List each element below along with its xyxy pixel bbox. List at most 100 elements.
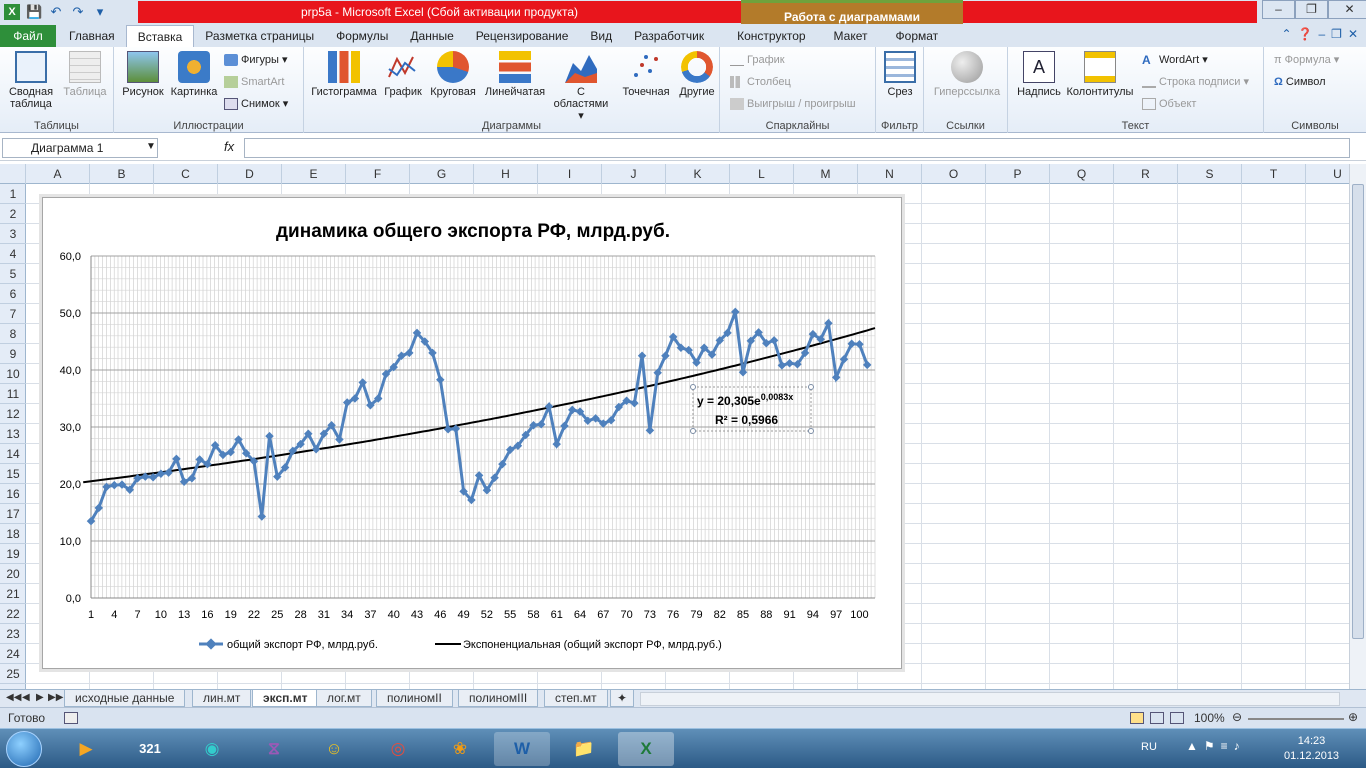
countdown-app-icon[interactable]: 321 (122, 732, 178, 766)
signature-line-button[interactable]: Строка подписи ▾ (1142, 75, 1249, 89)
macro-record-icon[interactable] (64, 712, 78, 724)
vertical-scrollbar[interactable] (1349, 164, 1366, 689)
disc-app-icon[interactable]: ◉ (184, 732, 240, 766)
column-header-Q[interactable]: Q (1050, 164, 1114, 184)
chart-object[interactable]: 0,0 10,0 20,0 30,0 40,0 50,0 60,0 1 4 7 10 13 16 19 2… (42, 197, 902, 669)
doc-close-icon[interactable]: ✕ (1348, 27, 1358, 41)
other-charts-button[interactable]: Другие (676, 51, 718, 98)
row-header-23[interactable]: 23 (0, 624, 26, 644)
column-header-H[interactable]: H (474, 164, 538, 184)
doc-minimize-icon[interactable]: – (1318, 27, 1325, 41)
row-header-18[interactable]: 18 (0, 524, 26, 544)
sheet-tab-exp[interactable]: эксп.мт (252, 690, 319, 707)
column-header-C[interactable]: C (154, 164, 218, 184)
zoom-slider[interactable] (1248, 718, 1344, 720)
row-header-25[interactable]: 25 (0, 664, 26, 684)
tab-data[interactable]: Данные (399, 25, 464, 47)
header-footer-button[interactable]: Колонтитулы (1064, 51, 1136, 98)
row-header-17[interactable]: 17 (0, 504, 26, 524)
vertical-scroll-thumb[interactable] (1352, 184, 1364, 639)
start-button[interactable] (6, 731, 42, 767)
row-header-7[interactable]: 7 (0, 304, 26, 324)
doc-restore-icon[interactable]: ❐ (1331, 27, 1342, 41)
equation-button[interactable]: π Формула ▾ (1274, 53, 1339, 67)
next-sheet-icon[interactable]: ▶ (36, 692, 44, 703)
sheet-tab-source[interactable]: исходные данные (64, 690, 186, 707)
bar-chart-button[interactable]: Линейчатая (480, 51, 550, 98)
row-header-14[interactable]: 14 (0, 444, 26, 464)
textbox-button[interactable]: A Надпись (1014, 51, 1064, 98)
clock[interactable]: 14:23 01.12.2013 (1284, 734, 1339, 764)
pie-chart-button[interactable]: Круговая (426, 51, 480, 98)
visual-studio-icon[interactable]: ⧖ (246, 732, 302, 766)
tab-insert[interactable]: Вставка (125, 25, 195, 47)
sheet-tab-poly2[interactable]: полиномII (376, 690, 453, 707)
column-header-B[interactable]: B (90, 164, 154, 184)
row-header-6[interactable]: 6 (0, 284, 26, 304)
smartart-button[interactable]: SmartArt (224, 75, 284, 89)
clipart-button[interactable]: Картинка (168, 51, 220, 98)
row-header-11[interactable]: 11 (0, 384, 26, 404)
line-chart-button[interactable]: График (380, 51, 426, 98)
column-header-T[interactable]: T (1242, 164, 1306, 184)
symbol-button[interactable]: Ω Символ (1274, 75, 1326, 89)
row-header-1[interactable]: 1 (0, 184, 26, 204)
name-box-dropdown-icon[interactable]: ▼ (146, 141, 156, 152)
row-header-13[interactable]: 13 (0, 424, 26, 444)
media-player-icon[interactable]: ▶ (58, 732, 114, 766)
word-icon[interactable]: W (494, 732, 550, 766)
column-header-O[interactable]: O (922, 164, 986, 184)
horizontal-scrollbar[interactable] (640, 692, 1340, 706)
tab-view[interactable]: Вид (579, 25, 623, 47)
tab-formulas[interactable]: Формулы (325, 25, 399, 47)
chrome-icon[interactable]: ◎ (370, 732, 426, 766)
game-app-icon[interactable]: ☺ (306, 732, 362, 766)
excel-taskbar-icon[interactable]: X (618, 732, 674, 766)
redo-icon[interactable]: ↷ (70, 4, 86, 20)
column-header-E[interactable]: E (282, 164, 346, 184)
undo-icon[interactable]: ↶ (48, 4, 64, 20)
explorer-icon[interactable]: 📁 (556, 732, 612, 766)
language-indicator[interactable]: RU (1141, 741, 1157, 753)
row-header-15[interactable]: 15 (0, 464, 26, 484)
page-layout-view-icon[interactable] (1150, 712, 1164, 724)
minimize-button[interactable]: – (1262, 0, 1295, 19)
object-button[interactable]: Объект (1142, 97, 1196, 111)
column-header-N[interactable]: N (858, 164, 922, 184)
screenshot-button[interactable]: Снимок ▾ (224, 97, 288, 111)
row-header-22[interactable]: 22 (0, 604, 26, 624)
customize-qat-icon[interactable]: ▾ (92, 4, 108, 20)
column-header-R[interactable]: R (1114, 164, 1178, 184)
sheet-tab-pow[interactable]: степ.мт (544, 690, 608, 707)
excel-app-icon[interactable]: X (4, 4, 20, 20)
slicer-button[interactable]: Срез (880, 51, 920, 98)
chart-title[interactable]: динамика общего экспорта РФ, млрд.руб. (276, 221, 670, 242)
zoom-in-icon[interactable]: ⊕ (1348, 710, 1358, 724)
wordart-button[interactable]: A WordArt ▾ (1142, 53, 1208, 67)
scatter-chart-button[interactable]: Точечная (616, 51, 676, 98)
sparkline-line-button[interactable]: График (730, 53, 785, 67)
table-button[interactable]: Таблица (60, 51, 110, 98)
tab-layout[interactable]: Макет (820, 25, 882, 47)
chart-legend[interactable]: общий экспорт РФ, млрд.руб. Экспоненциал… (199, 638, 722, 651)
row-header-12[interactable]: 12 (0, 404, 26, 424)
column-header-S[interactable]: S (1178, 164, 1242, 184)
shapes-button[interactable]: Фигуры ▾ (224, 53, 288, 67)
fx-icon[interactable]: fx (224, 139, 234, 154)
row-header-2[interactable]: 2 (0, 204, 26, 224)
pivot-table-button[interactable]: Сводная таблица (4, 51, 58, 110)
sheet-tab-poly3[interactable]: полиномIII (458, 690, 539, 707)
restore-button[interactable]: ❐ (1295, 0, 1328, 19)
row-header-3[interactable]: 3 (0, 224, 26, 244)
formula-input[interactable] (244, 138, 1350, 158)
sheet-tab-lin[interactable]: лин.мт (192, 690, 252, 707)
column-header-D[interactable]: D (218, 164, 282, 184)
row-header-24[interactable]: 24 (0, 644, 26, 664)
picture-button[interactable]: Рисунок (118, 51, 168, 98)
name-box[interactable]: Диаграмма 1 (2, 138, 158, 158)
column-header-A[interactable]: A (26, 164, 90, 184)
column-header-L[interactable]: L (730, 164, 794, 184)
sheet-tab-log[interactable]: лог.мт (316, 690, 372, 707)
row-header-9[interactable]: 9 (0, 344, 26, 364)
row-header-5[interactable]: 5 (0, 264, 26, 284)
